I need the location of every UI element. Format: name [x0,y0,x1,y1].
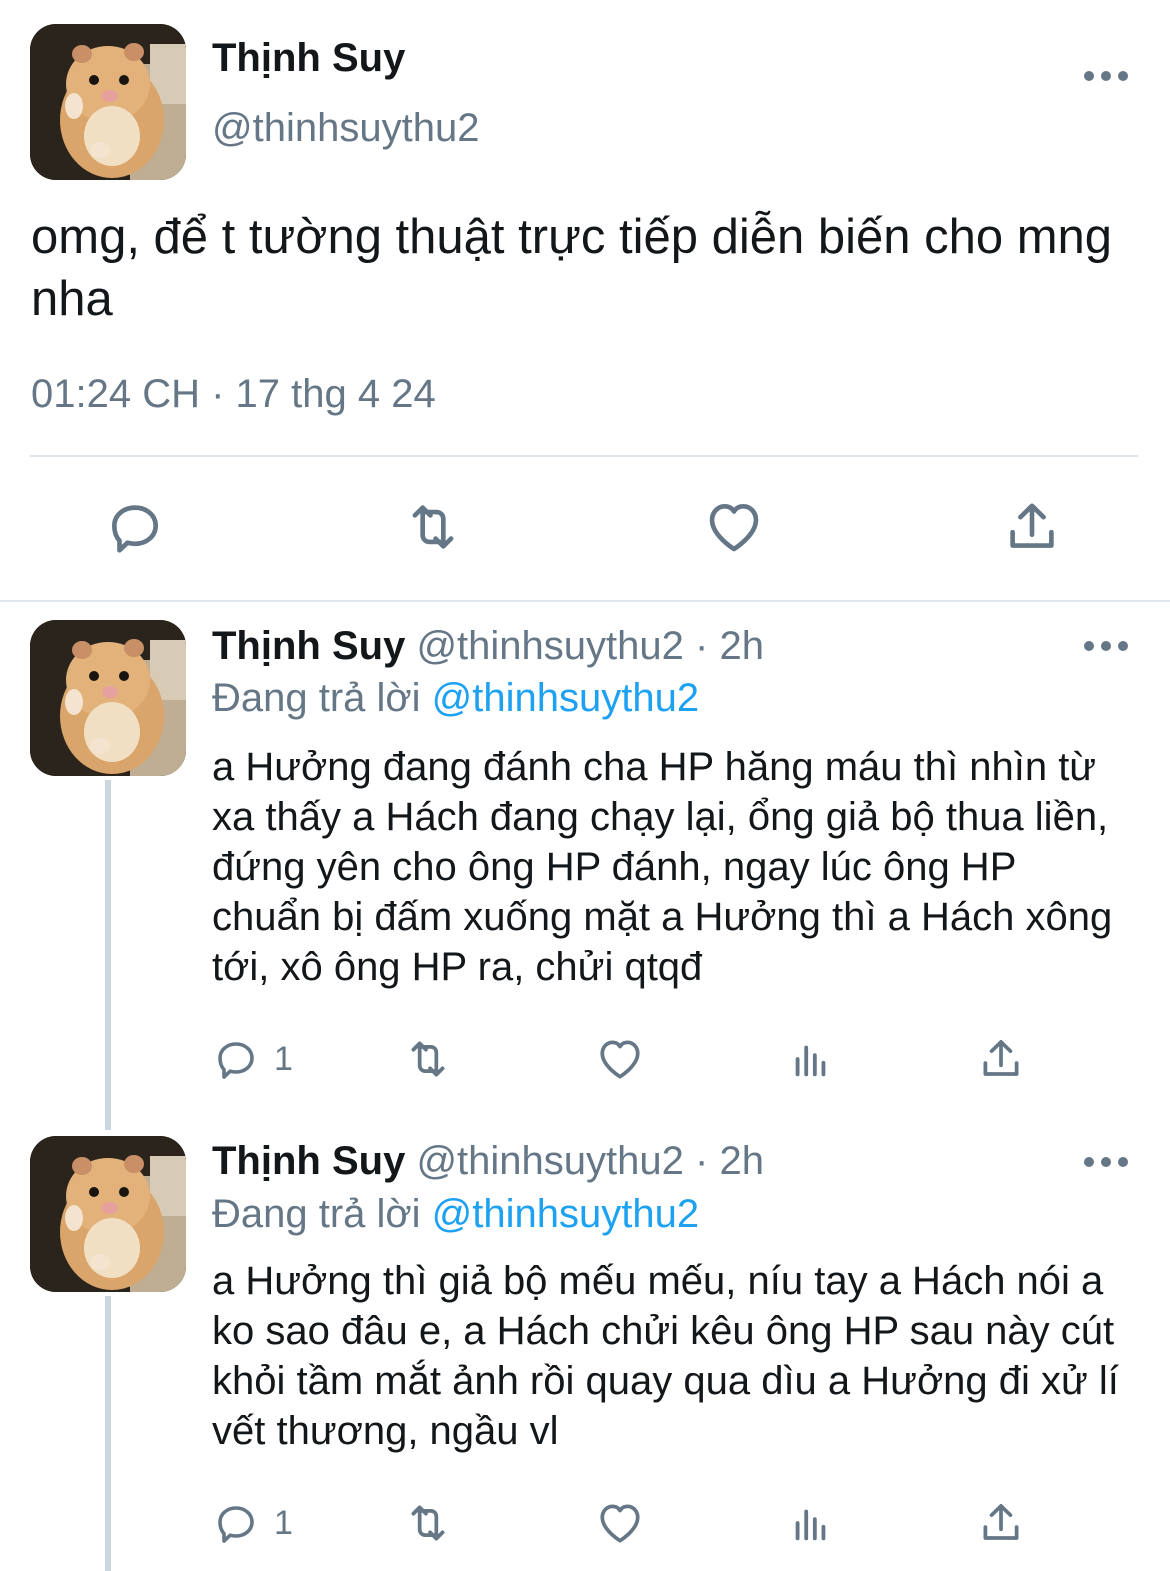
replying-to: Đang trả lời @thinhsuythu2 [212,1192,699,1237]
retweet-button[interactable] [400,1498,456,1548]
reply-icon [212,1034,260,1084]
replying-to: Đang trả lời @thinhsuythu2 [212,676,699,721]
author-handle[interactable]: @thinhsuythu2 [416,624,683,668]
retweet-button[interactable] [400,1034,456,1084]
mention-link[interactable]: @thinhsuythu2 [432,1192,699,1236]
reply-button[interactable]: 1 [212,1034,293,1084]
stats-button[interactable] [788,1034,834,1084]
share-icon [1001,496,1063,558]
share-icon [976,1498,1026,1548]
like-button[interactable] [594,1034,646,1084]
more-options-icon[interactable] [1084,636,1128,656]
reply-header: Thịnh Suy @thinhsuythu2 · 2h [212,624,764,669]
like-button[interactable] [702,496,766,558]
tweet-timestamp[interactable]: 01:24 CH · 17 thg 4 24 [31,372,436,417]
separator: · [695,624,709,668]
stats-icon [788,1034,834,1084]
reply-time[interactable]: 2h [719,1139,764,1183]
reply-icon [212,1498,260,1548]
retweet-icon [400,1498,456,1548]
share-button[interactable] [976,1034,1026,1084]
stats-icon [788,1498,834,1548]
stats-button[interactable] [788,1498,834,1548]
separator: · [695,1139,709,1183]
reply-button[interactable] [104,496,166,558]
hamster-avatar-image [30,620,186,776]
like-icon [702,496,766,558]
author-name[interactable]: Thịnh Suy [212,1139,405,1183]
like-icon [594,1034,646,1084]
share-icon [976,1034,1026,1084]
author-handle[interactable]: @thinhsuythu2 [212,106,479,151]
avatar[interactable] [30,620,186,776]
hamster-avatar-image [30,1136,186,1292]
more-options-icon[interactable] [1084,66,1128,86]
author-handle[interactable]: @thinhsuythu2 [416,1139,683,1183]
replying-label: Đang trả lời [212,676,421,720]
mention-link[interactable]: @thinhsuythu2 [432,676,699,720]
retweet-icon [400,1034,456,1084]
avatar[interactable] [30,24,186,180]
share-button[interactable] [976,1498,1026,1548]
avatar[interactable] [30,1136,186,1292]
divider [30,455,1138,457]
reply-icon [104,496,166,558]
author-name[interactable]: Thịnh Suy [212,36,405,81]
replying-label: Đang trả lời [212,1192,421,1236]
hamster-avatar-image [30,24,186,180]
retweet-button[interactable] [400,496,466,558]
reply-time[interactable]: 2h [719,624,764,668]
thread-line [105,1296,111,1571]
thread-line [105,780,111,1130]
tweet-text: omg, để t tường thuật trực tiếp diễn biế… [31,210,1113,326]
section-divider [0,600,1170,602]
reply-count: 1 [274,1039,293,1078]
more-options-icon[interactable] [1084,1152,1128,1172]
reply-text: a Hưởng đang đánh cha HP hăng máu thì nh… [212,745,1113,989]
reply-count: 1 [274,1503,293,1542]
reply-text: a Hưởng thì giả bộ mếu mếu, níu tay a Há… [212,1259,1119,1453]
retweet-icon [400,496,466,558]
author-name[interactable]: Thịnh Suy [212,624,405,668]
like-icon [594,1498,646,1548]
like-button[interactable] [594,1498,646,1548]
reply-header: Thịnh Suy @thinhsuythu2 · 2h [212,1139,764,1184]
share-button[interactable] [1001,496,1063,558]
reply-button[interactable]: 1 [212,1498,293,1548]
